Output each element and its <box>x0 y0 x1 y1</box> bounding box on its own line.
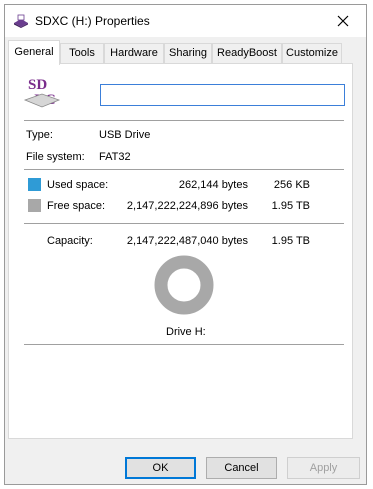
separator <box>24 223 344 224</box>
cancel-button[interactable]: Cancel <box>206 457 277 479</box>
tab-customize[interactable]: Customize <box>282 43 342 63</box>
separator <box>24 169 344 170</box>
type-label: Type: <box>26 129 53 141</box>
file-system-label: File system: <box>26 151 85 163</box>
window-title: SDXC (H:) Properties <box>35 14 150 28</box>
drive-icon-small <box>14 14 28 28</box>
separator <box>24 120 344 121</box>
separator <box>24 344 344 345</box>
tab-hardware[interactable]: Hardware <box>104 43 164 63</box>
capacity-label: Capacity: <box>47 235 93 247</box>
free-space-bytes: 2,147,222,224,896 bytes <box>126 200 248 212</box>
free-space-swatch <box>28 199 41 212</box>
used-space-bytes: 262,144 bytes <box>178 179 248 191</box>
drive-name-input[interactable] <box>100 84 345 106</box>
capacity-short: 1.95 TB <box>271 235 310 247</box>
apply-button[interactable]: Apply <box>287 457 360 479</box>
tab-general[interactable]: General <box>8 40 60 65</box>
tab-sharing[interactable]: Sharing <box>164 43 212 63</box>
capacity-bytes: 2,147,222,487,040 bytes <box>126 235 248 247</box>
used-space-swatch <box>28 178 41 191</box>
sdxc-drive-icon: SD XC <box>23 77 61 108</box>
ok-button[interactable]: OK <box>125 457 196 479</box>
free-space-ring <box>154 255 214 315</box>
file-system-value: FAT32 <box>99 151 131 163</box>
title-bar: SDXC (H:) Properties <box>5 5 366 37</box>
used-space-label: Used space: <box>47 179 109 191</box>
tab-readyboost[interactable]: ReadyBoost <box>212 43 282 63</box>
free-space-label: Free space: <box>47 200 106 212</box>
drive-caption: Drive H: <box>166 326 206 338</box>
close-icon <box>337 15 349 27</box>
type-value: USB Drive <box>99 129 151 141</box>
free-space-short: 1.95 TB <box>271 200 310 212</box>
close-button[interactable] <box>320 5 366 37</box>
disk-usage-donut <box>154 255 214 315</box>
tab-tools[interactable]: Tools <box>60 43 104 63</box>
svg-text:SD: SD <box>28 77 47 93</box>
used-space-short: 256 KB <box>273 179 310 191</box>
